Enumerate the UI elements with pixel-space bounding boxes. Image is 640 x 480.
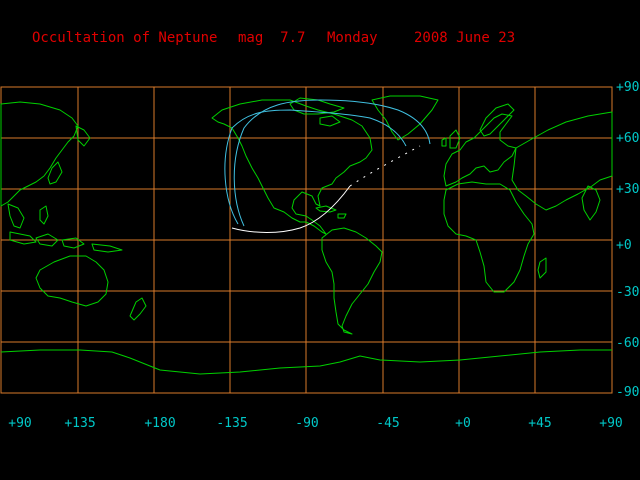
coast-south-america xyxy=(321,227,383,335)
coast-asia xyxy=(511,111,613,211)
central-track-dotted xyxy=(349,145,421,187)
coast-india xyxy=(581,185,601,221)
coast-north-america xyxy=(211,99,373,235)
coast-philippines xyxy=(39,205,49,225)
coast-greenland xyxy=(371,95,439,141)
lon-label: +90 xyxy=(599,416,623,431)
lon-label: +180 xyxy=(144,416,176,431)
coast-british-isles xyxy=(441,129,461,149)
coast-indochina xyxy=(7,203,25,229)
coast-new-zealand xyxy=(129,297,147,321)
lon-label: +90 xyxy=(8,416,32,431)
lon-label: +0 xyxy=(455,416,471,431)
lat-label: -30 xyxy=(616,285,640,300)
world-map xyxy=(0,86,613,394)
southern-limit-track xyxy=(224,109,407,225)
lat-label: +0 xyxy=(616,238,632,253)
coast-australia xyxy=(35,255,109,307)
coast-africa xyxy=(443,181,535,293)
lat-label: +30 xyxy=(616,182,640,197)
lon-label: -45 xyxy=(376,416,400,431)
coast-indonesia xyxy=(9,231,123,253)
coast-japan xyxy=(47,161,63,185)
lon-label: +45 xyxy=(528,416,552,431)
lat-label: -90 xyxy=(616,385,640,400)
central-track-daylight xyxy=(231,185,351,233)
map-grid xyxy=(0,86,613,394)
lon-label: -135 xyxy=(216,416,248,431)
occultation-tracks xyxy=(224,99,431,233)
coast-europe xyxy=(443,113,517,187)
lat-label: +90 xyxy=(616,80,640,95)
lat-label: -60 xyxy=(616,336,640,351)
coast-asia-east xyxy=(0,101,79,207)
lon-label: +135 xyxy=(64,416,96,431)
lon-label: -90 xyxy=(295,416,319,431)
lat-label: +60 xyxy=(616,131,640,146)
coast-madagascar xyxy=(537,257,547,279)
